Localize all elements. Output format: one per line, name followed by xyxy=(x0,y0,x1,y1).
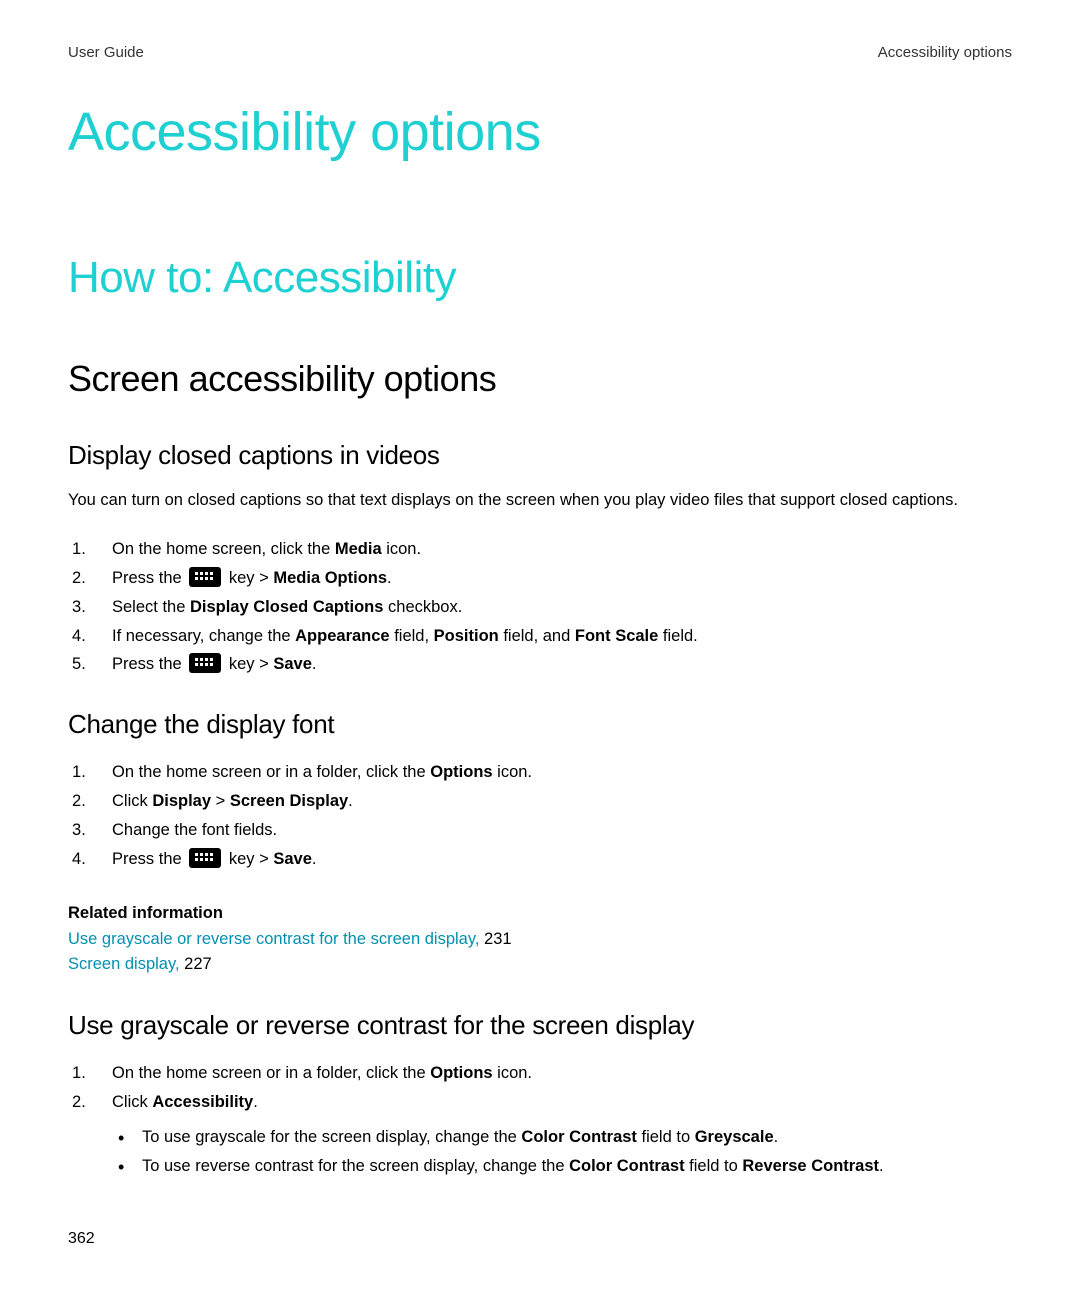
link-screen-display[interactable]: Screen display, xyxy=(68,955,180,973)
step: Press the key > Save. xyxy=(68,650,1012,679)
menu-key-icon xyxy=(189,653,221,673)
menu-key-icon xyxy=(189,848,221,868)
steps-closed-captions: On the home screen, click the Media icon… xyxy=(68,535,1012,679)
header-right: Accessibility options xyxy=(878,44,1012,61)
intro-closed-captions: You can turn on closed captions so that … xyxy=(68,489,1012,513)
related-link: Use grayscale or reverse contrast for th… xyxy=(68,927,1012,952)
related-info-title: Related information xyxy=(68,904,1012,923)
sub-bullets: To use grayscale for the screen display,… xyxy=(112,1123,1012,1181)
step: Press the key > Media Options. xyxy=(68,564,1012,593)
step: If necessary, change the Appearance fiel… xyxy=(68,622,1012,651)
steps-grayscale: On the home screen or in a folder, click… xyxy=(68,1059,1012,1181)
header-left: User Guide xyxy=(68,44,144,61)
bullet: To use grayscale for the screen display,… xyxy=(112,1123,1012,1152)
step: Click Accessibility. To use grayscale fo… xyxy=(68,1088,1012,1181)
step: On the home screen or in a folder, click… xyxy=(68,758,1012,787)
steps-change-font: On the home screen or in a folder, click… xyxy=(68,758,1012,874)
chapter-title: Accessibility options xyxy=(68,101,1012,163)
menu-key-icon xyxy=(189,567,221,587)
step: Press the key > Save. xyxy=(68,845,1012,874)
step: Select the Display Closed Captions check… xyxy=(68,593,1012,622)
subsection-change-font: Change the display font xyxy=(68,709,1012,740)
link-grayscale-reverse[interactable]: Use grayscale or reverse contrast for th… xyxy=(68,930,479,948)
step: Click Display > Screen Display. xyxy=(68,787,1012,816)
subsection-grayscale-reverse: Use grayscale or reverse contrast for th… xyxy=(68,1010,1012,1041)
related-information: Related information Use grayscale or rev… xyxy=(68,904,1012,977)
page-number: 362 xyxy=(68,1230,95,1248)
page-header: User Guide Accessibility options xyxy=(68,44,1012,61)
step: On the home screen, click the Media icon… xyxy=(68,535,1012,564)
step: Change the font fields. xyxy=(68,816,1012,845)
step: On the home screen or in a folder, click… xyxy=(68,1059,1012,1088)
section-title-howto: How to: Accessibility xyxy=(68,253,1012,303)
related-link: Screen display, 227 xyxy=(68,952,1012,977)
bullet: To use reverse contrast for the screen d… xyxy=(112,1152,1012,1181)
section-screen-accessibility: Screen accessibility options xyxy=(68,358,1012,400)
subsection-closed-captions: Display closed captions in videos xyxy=(68,440,1012,471)
